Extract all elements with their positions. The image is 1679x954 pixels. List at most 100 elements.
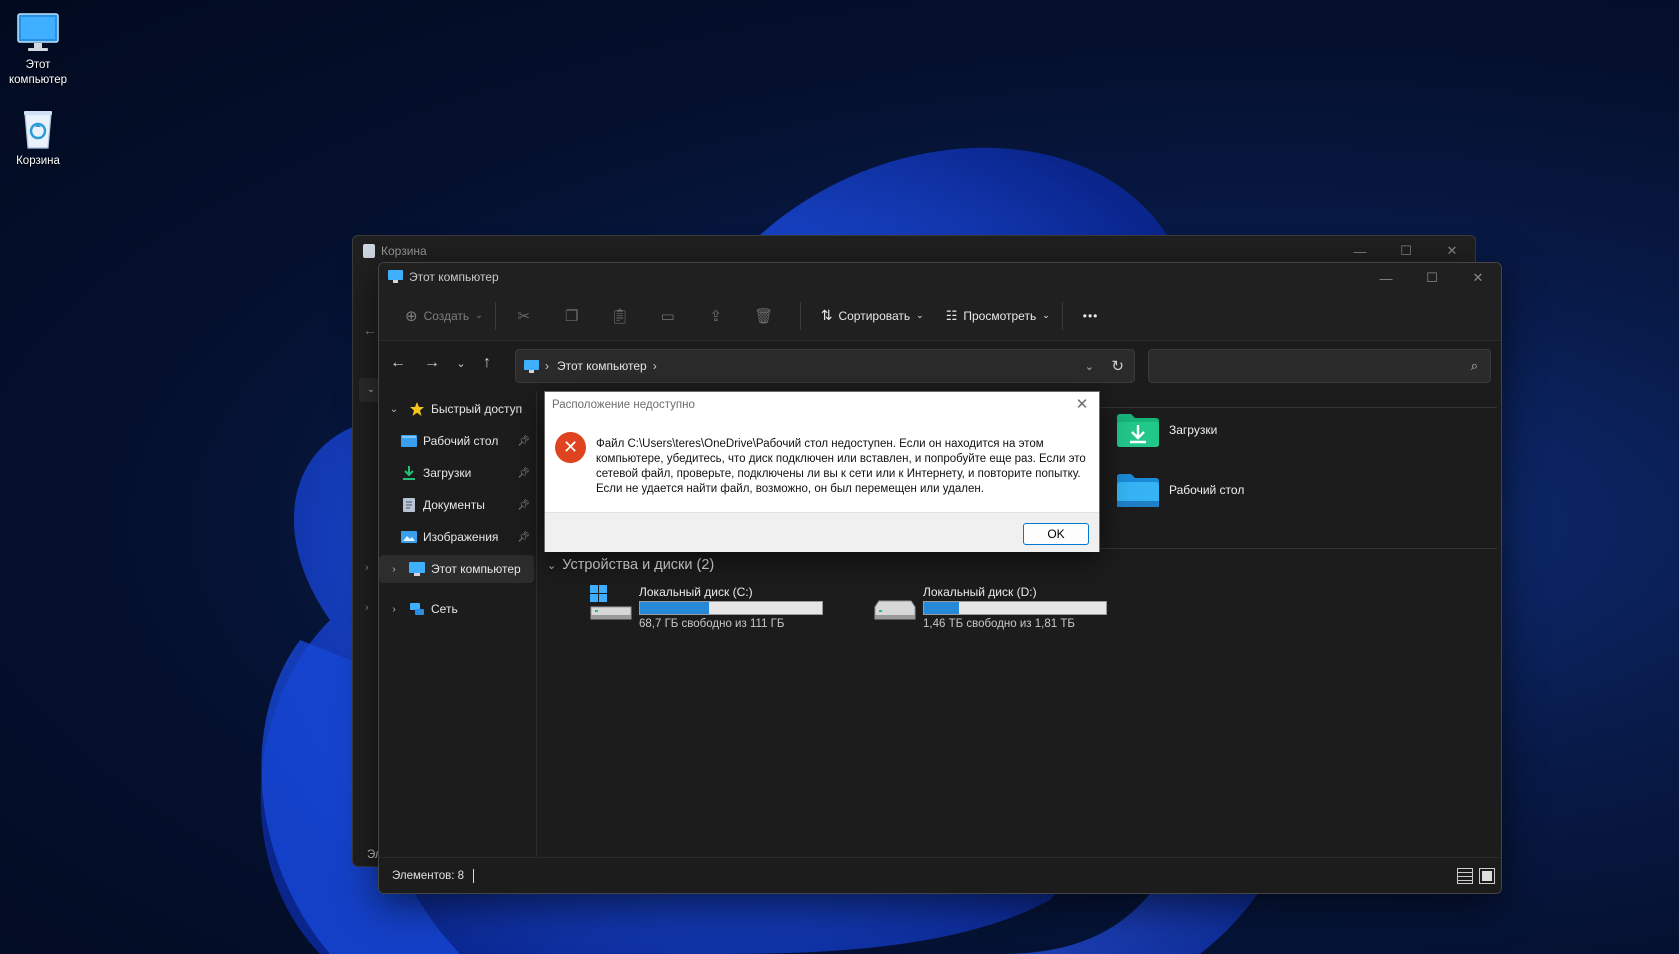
drive-free-space: 68,7 ГБ свободно из 111 ГБ [639, 618, 785, 630]
chevron-down-icon: ⌄ [475, 310, 483, 320]
star-icon [410, 402, 424, 416]
share-icon[interactable]: ⇪ [700, 300, 732, 332]
desktop-icon-recycle-bin[interactable]: Корзина [0, 106, 76, 169]
downloads-folder-icon [1117, 414, 1159, 447]
documents-icon [403, 498, 415, 512]
sidebar-item-label: Этот компьютер [431, 562, 521, 576]
sidebar-item-network[interactable]: › Сеть [379, 595, 534, 623]
close-icon[interactable]: ✕ [1073, 396, 1091, 414]
search-box[interactable]: ⌕ [1148, 349, 1491, 383]
close-button[interactable]: ✕ [1455, 263, 1501, 293]
chevron-right-icon[interactable]: › [387, 604, 401, 615]
navigation-pane: ⌄ Быстрый доступ Рабочий стол 📌︎ Загрузк… [379, 391, 537, 857]
pin-icon[interactable]: 📌︎ [517, 436, 530, 447]
command-bar: ⊕ Создать ⌄ ✂ ❐ 📋︎ ▭ ⇪ 🗑︎ ⇅ Сортировать … [379, 291, 1501, 341]
caption-buttons: — ☐ ✕ [1363, 263, 1501, 293]
folder-desktop[interactable]: Рабочий стол [1117, 473, 1244, 507]
chevron-down-icon[interactable]: ⌄ [547, 559, 556, 572]
monitor-icon [409, 562, 425, 576]
pin-icon[interactable]: 📌︎ [517, 500, 530, 511]
drive-usage-fill [924, 602, 959, 614]
folder-label: Загрузки [1169, 423, 1218, 437]
hard-drive-icon [874, 600, 916, 620]
breadcrumb-this-pc[interactable]: Этот компьютер [557, 359, 647, 373]
plus-circle-icon: ⊕ [405, 307, 418, 325]
view-button[interactable]: ☷ Просмотреть ⌄ [938, 300, 1058, 332]
error-icon: ✕ [555, 432, 586, 463]
breadcrumb-separator-icon[interactable]: › [545, 359, 549, 373]
pin-icon[interactable]: 📌︎ [517, 468, 530, 479]
sidebar-item-pictures[interactable]: Изображения 📌︎ [379, 523, 534, 551]
paste-icon[interactable]: 📋︎ [604, 300, 636, 332]
sidebar-item-downloads[interactable]: Загрузки 📌︎ [379, 459, 534, 487]
back-arrow-icon[interactable]: ← [363, 322, 377, 338]
chevron-right-icon[interactable]: › [387, 564, 401, 575]
details-view-icon[interactable] [1457, 868, 1473, 884]
pictures-icon [401, 531, 417, 543]
navigation-bar: ← → ⌄ ↑ › Этот компьютер › ⌄ ↻ ⌕ [379, 341, 1501, 391]
recent-locations-icon[interactable]: ⌄ [450, 357, 472, 370]
create-button[interactable]: ⊕ Создать ⌄ [397, 300, 491, 332]
location-unavailable-dialog[interactable]: Расположение недоступно ✕ ✕ Файл C:\User… [544, 391, 1100, 552]
large-icons-view-icon[interactable] [1479, 868, 1495, 884]
window-title: Корзина [381, 244, 427, 258]
minimize-button[interactable]: — [1363, 263, 1409, 293]
window-title: Этот компьютер [409, 270, 499, 284]
maximize-button[interactable]: ☐ [1409, 263, 1455, 293]
desktop-folder-icon [1117, 474, 1159, 507]
sidebar-item-quick-access[interactable]: ⌄ Быстрый доступ [379, 395, 534, 423]
drive-usage-bar [639, 601, 823, 615]
view-toggle [1457, 868, 1495, 884]
ok-button[interactable]: OK [1023, 523, 1089, 545]
drive-usage-fill [640, 602, 710, 614]
view-list-icon: ☷ [945, 307, 958, 323]
title-bar[interactable]: Этот компьютер — ☐ ✕ [379, 263, 1501, 291]
desktop-icon-label: Корзина [16, 155, 60, 167]
address-history-chevron-icon[interactable]: ⌄ [1085, 360, 1094, 373]
sidebar-item-label: Документы [423, 498, 485, 512]
chevron-down-icon[interactable]: ⌄ [387, 404, 401, 415]
sidebar-item-this-pc[interactable]: › Этот компьютер [379, 555, 534, 583]
forward-arrow-icon[interactable]: → [421, 354, 443, 372]
chevron-right-icon[interactable]: › [365, 602, 369, 614]
drive-c[interactable]: Локальный диск (C:) 68,7 ГБ свободно из … [589, 585, 829, 635]
monitor-icon [524, 359, 539, 373]
address-bar[interactable]: › Этот компьютер › ⌄ ↻ [515, 349, 1135, 383]
desktop-icon-label: Этот компьютер [9, 59, 67, 86]
devices-section-header[interactable]: ⌄ Устройства и диски (2) [547, 557, 714, 573]
dialog-title: Расположение недоступно [552, 399, 695, 411]
monitor-icon [388, 270, 403, 283]
this-pc-window[interactable]: Этот компьютер — ☐ ✕ ⊕ Создать ⌄ ✂ ❐ 📋︎ … [378, 262, 1502, 894]
more-options-button[interactable]: ••• [1075, 300, 1107, 332]
dialog-message: Файл C:\Users\teres\OneDrive\Рабочий сто… [596, 438, 1086, 495]
up-arrow-icon[interactable]: ↑ [476, 354, 498, 372]
sort-button[interactable]: ⇅ Сортировать ⌄ [813, 300, 932, 332]
sidebar-item-label: Загрузки [423, 466, 472, 480]
copy-icon[interactable]: ❐ [556, 300, 588, 332]
refresh-icon[interactable]: ↻ [1111, 357, 1124, 375]
breadcrumb-separator-icon[interactable]: › [653, 359, 657, 373]
drive-d[interactable]: Локальный диск (D:) 1,46 ТБ свободно из … [873, 585, 1113, 635]
sidebar-item-label: Сеть [431, 602, 458, 616]
toolbar-divider [494, 301, 496, 330]
delete-icon[interactable]: 🗑︎ [748, 300, 780, 332]
chevron-right-icon[interactable]: › [365, 562, 369, 574]
folder-downloads[interactable]: Загрузки [1117, 413, 1217, 447]
downloads-icon [403, 466, 415, 480]
sidebar-item-desktop[interactable]: Рабочий стол 📌︎ [379, 427, 534, 455]
desktop-folder-icon [401, 435, 417, 447]
drive-name: Локальный диск (D:) [923, 585, 1037, 599]
pin-icon[interactable]: 📌︎ [517, 532, 530, 543]
toolbar-divider [799, 301, 801, 330]
drive-usage-bar [923, 601, 1107, 615]
sidebar-item-label: Изображения [423, 530, 499, 544]
sidebar-item-documents[interactable]: Документы 📌︎ [379, 491, 534, 519]
back-arrow-icon[interactable]: ← [387, 354, 409, 372]
search-input[interactable] [1149, 350, 1449, 382]
cut-icon[interactable]: ✂ [508, 300, 540, 332]
windows-drive-icon [590, 585, 632, 620]
recycle-bin-icon [363, 244, 375, 258]
chevron-down-icon: ⌄ [916, 310, 924, 320]
desktop-icon-this-pc[interactable]: Этот компьютер [0, 10, 76, 88]
rename-icon[interactable]: ▭ [652, 300, 684, 332]
